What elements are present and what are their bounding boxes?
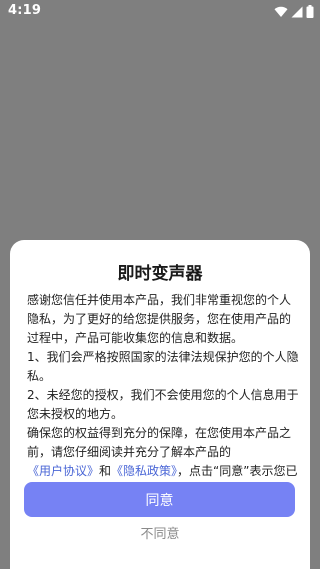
- signal-icon: [291, 6, 303, 18]
- status-bar: 4:19: [0, 0, 320, 24]
- user-agreement-link[interactable]: 《用户协议》: [27, 464, 99, 478]
- privacy-dialog: 即时变声器 感谢您信任并使用本产品，我们非常重视您的个人隐私，为了更好的给您提供…: [10, 240, 310, 569]
- wifi-icon: [274, 6, 288, 18]
- dialog-body: 感谢您信任并使用本产品，我们非常重视您的个人隐私，为了更好的给您提供服务，您在使…: [27, 291, 299, 500]
- status-icons: [274, 5, 314, 18]
- intro-paragraph: 感谢您信任并使用本产品，我们非常重视您的个人隐私，为了更好的给您提供服务，您在使…: [27, 293, 292, 345]
- status-time: 4:19: [8, 3, 42, 18]
- agree-button[interactable]: 同意: [24, 482, 295, 517]
- item-2: 2、未经您的授权，我们不会使用您的个人信息用于您未授权的地方。: [27, 388, 299, 421]
- and-text: 和: [99, 464, 112, 478]
- item-1: 1、我们会严格按照国家的法律法规保护您的个人隐私。: [27, 350, 299, 383]
- disagree-button[interactable]: 不同意: [10, 524, 310, 546]
- privacy-policy-link[interactable]: 《隐私政策》: [111, 464, 177, 478]
- dialog-title: 即时变声器: [117, 264, 203, 284]
- battery-icon: [306, 5, 314, 18]
- closing-text-1: 确保您的权益得到充分的保障，在您使用本产品之前，请您仔细阅读并充分了解本产品的: [27, 426, 292, 459]
